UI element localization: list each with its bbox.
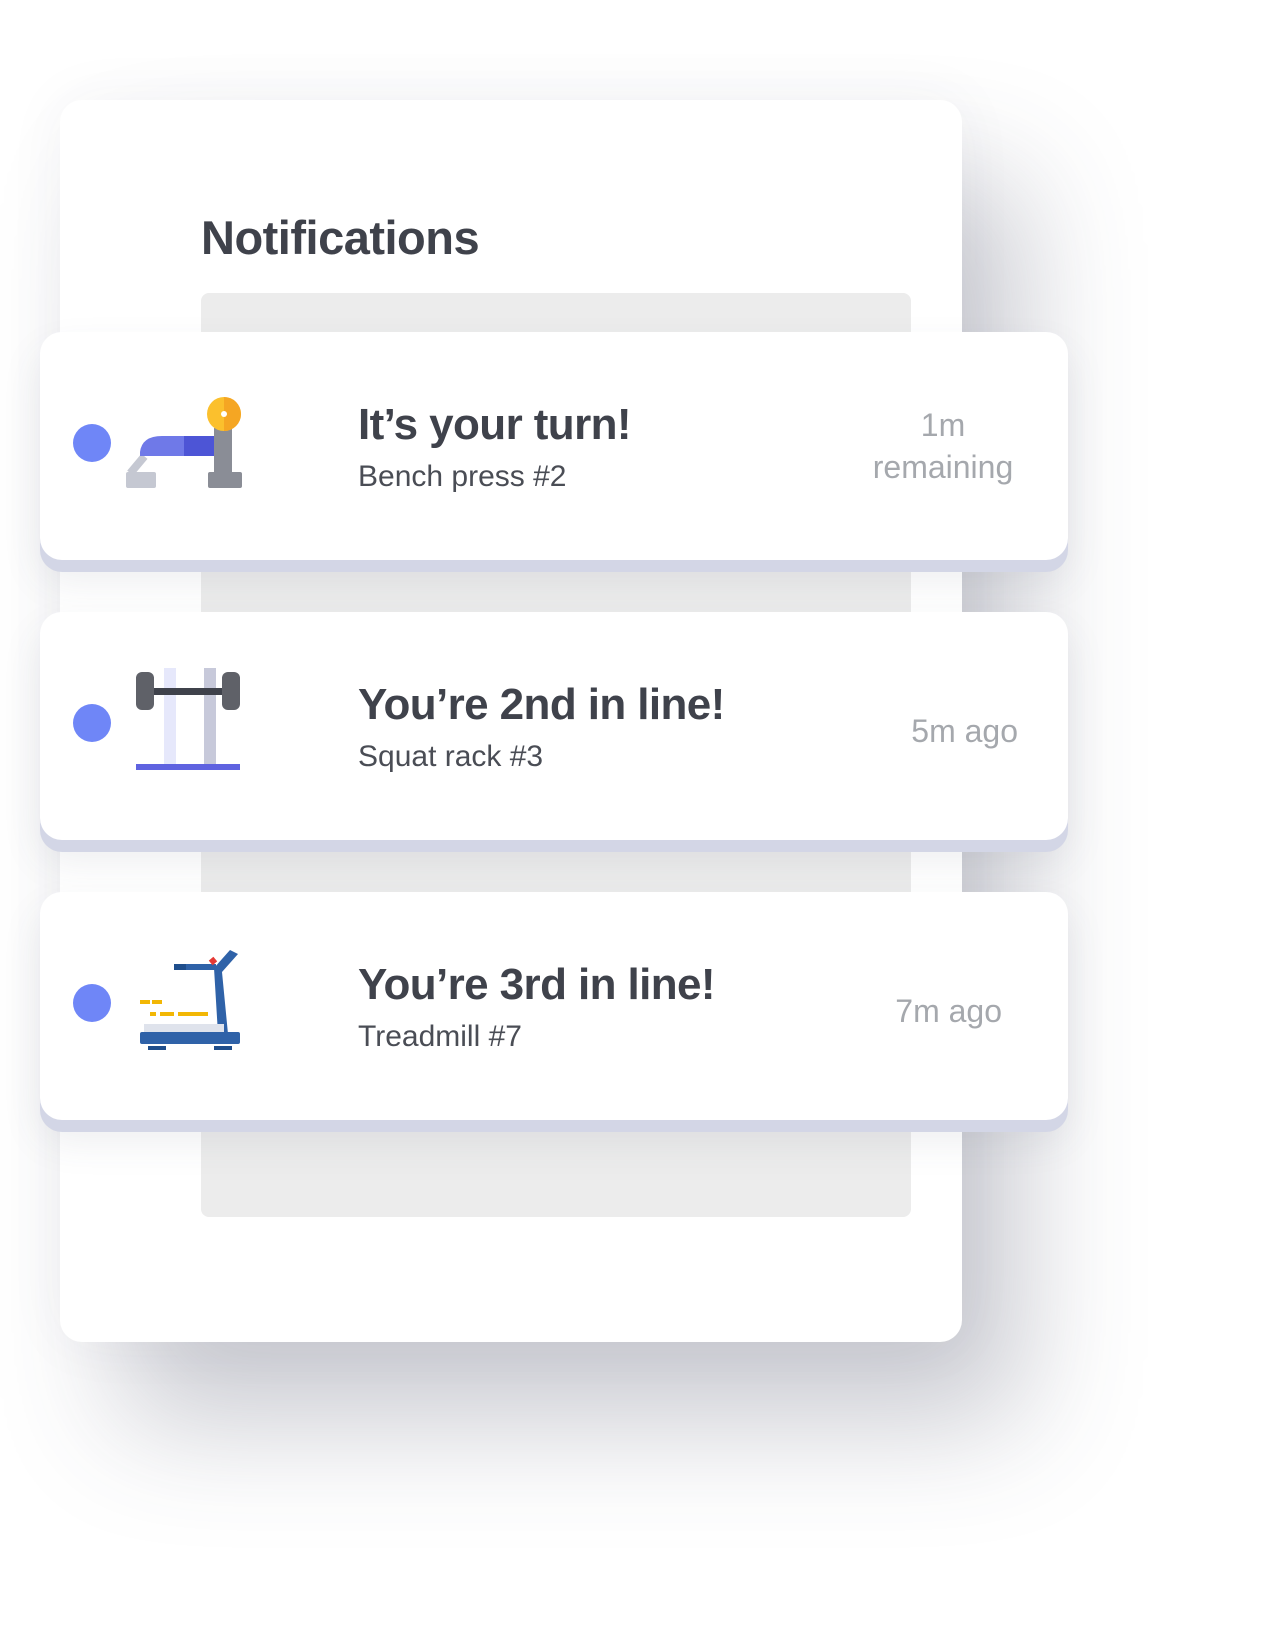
panel-title: Notifications xyxy=(201,211,480,264)
unread-indicator xyxy=(73,424,111,462)
unread-indicator xyxy=(73,704,111,742)
notification-title: It’s your turn! xyxy=(358,400,632,449)
notification-subtitle: Treadmill #7 xyxy=(358,1020,522,1053)
notification-card-squat-rack[interactable]: You’re 2nd in line! Squat rack #3 5m ago xyxy=(40,612,1068,840)
unread-indicator xyxy=(73,984,111,1022)
bench-press-icon xyxy=(126,397,242,488)
notification-card-bench-press[interactable]: It’s your turn! Bench press #2 1m remain… xyxy=(40,332,1068,560)
notification-time: 5m ago xyxy=(911,713,1018,749)
notification-title: You’re 2nd in line! xyxy=(358,680,725,729)
notification-card-treadmill[interactable]: You’re 3rd in line! Treadmill #7 7m ago xyxy=(40,892,1068,1120)
notification-title: You’re 3rd in line! xyxy=(358,960,716,1009)
notification-subtitle: Squat rack #3 xyxy=(358,740,544,773)
notification-time: 1m remaining xyxy=(872,407,1014,485)
notification-time: 7m ago xyxy=(895,993,1002,1029)
treadmill-icon xyxy=(140,950,240,1050)
squat-rack-icon xyxy=(136,668,240,770)
notification-subtitle: Bench press #2 xyxy=(358,460,567,493)
